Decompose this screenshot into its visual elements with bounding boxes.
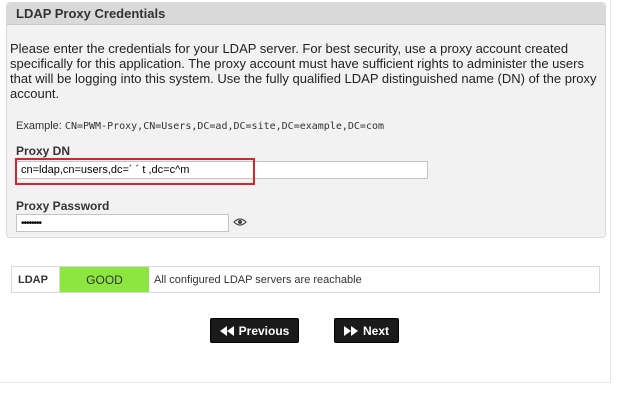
previous-label: Previous <box>238 323 290 338</box>
health-detail: All configured LDAP servers are reachabl… <box>154 273 362 286</box>
proxy-dn-label: Proxy DN <box>16 144 71 158</box>
panel-title: LDAP Proxy Credentials <box>7 3 605 25</box>
ldap-proxy-credentials-panel: LDAP Proxy Credentials Please enter the … <box>6 2 606 238</box>
proxy-password-label: Proxy Password <box>16 199 110 213</box>
next-label: Next <box>362 323 389 338</box>
health-status-row: LDAP GOOD All configured LDAP servers ar… <box>11 266 600 293</box>
proxy-password-input[interactable]: •••••••• <box>16 214 229 232</box>
next-button[interactable]: Next <box>334 318 399 343</box>
fast-forward-icon <box>343 325 358 336</box>
page: LDAP Proxy Credentials Please enter the … <box>0 0 611 383</box>
status-badge: GOOD <box>60 267 149 292</box>
highlight-annotation <box>15 158 255 185</box>
previous-button[interactable]: Previous <box>210 318 299 343</box>
health-name: LDAP <box>12 267 60 292</box>
rewind-icon <box>219 325 234 336</box>
example-label: Example: <box>16 120 62 132</box>
intro-text: Please enter the credentials for your LD… <box>10 41 597 101</box>
example-value: CN=PWM-Proxy,CN=Users,DC=ad,DC=site,DC=e… <box>64 121 385 132</box>
eye-icon[interactable] <box>233 217 247 227</box>
example-line: Example: CN=PWM-Proxy,CN=Users,DC=ad,DC=… <box>16 120 384 132</box>
